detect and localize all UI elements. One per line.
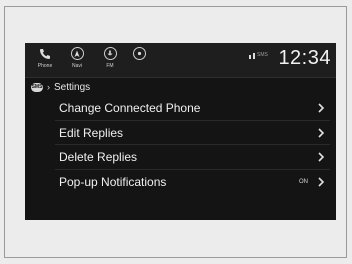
chevron-right-icon — [318, 127, 325, 138]
menu-item-label: Edit Replies — [59, 125, 124, 140]
chevron-right-icon — [318, 152, 325, 162]
menu-item-label: Pop-up Notifications — [59, 174, 167, 189]
status-bar: Phone Navi FM SMS 12:34 — [25, 43, 336, 77]
navi-button[interactable]: Navi — [67, 47, 87, 75]
infotainment-screen: Phone Navi FM SMS 12:34 SMS › Settings C… — [25, 43, 336, 220]
settings-menu: Change Connected Phone Edit Replies Dele… — [25, 96, 336, 194]
source-button[interactable] — [129, 47, 149, 75]
status-divider — [25, 77, 336, 78]
source-icon — [132, 47, 146, 60]
menu-item-delete-replies[interactable]: Delete Replies — [25, 145, 336, 170]
bluetooth-signal-icon — [249, 53, 255, 59]
menu-item-label: Change Connected Phone — [59, 101, 201, 116]
sms-badge: SMS — [31, 82, 43, 92]
fm-button-label: FM — [106, 63, 114, 69]
chevron-right-icon — [318, 176, 325, 187]
menu-item-edit-replies[interactable]: Edit Replies — [25, 121, 336, 145]
phone-button-label: Phone — [37, 63, 53, 69]
breadcrumb: SMS › Settings — [31, 80, 90, 94]
page-title: Settings — [54, 81, 91, 93]
fm-icon — [103, 47, 117, 60]
chevron-right-icon — [318, 103, 325, 113]
chevron-right-icon: › — [47, 82, 50, 92]
phone-icon — [39, 47, 52, 60]
menu-item-label: Delete Replies — [59, 150, 138, 165]
navi-button-label: Navi — [71, 63, 82, 69]
fm-button[interactable]: FM — [100, 47, 120, 75]
signal-text: SMS — [257, 52, 268, 58]
menu-item-change-connected-phone[interactable]: Change Connected Phone — [25, 96, 336, 121]
clock: 12:34 — [278, 47, 331, 69]
navi-icon — [70, 47, 84, 60]
popup-notifications-status: ON — [299, 178, 308, 185]
menu-item-popup-notifications[interactable]: Pop-up Notifications ON — [25, 170, 336, 195]
phone-button[interactable]: Phone — [35, 47, 55, 75]
